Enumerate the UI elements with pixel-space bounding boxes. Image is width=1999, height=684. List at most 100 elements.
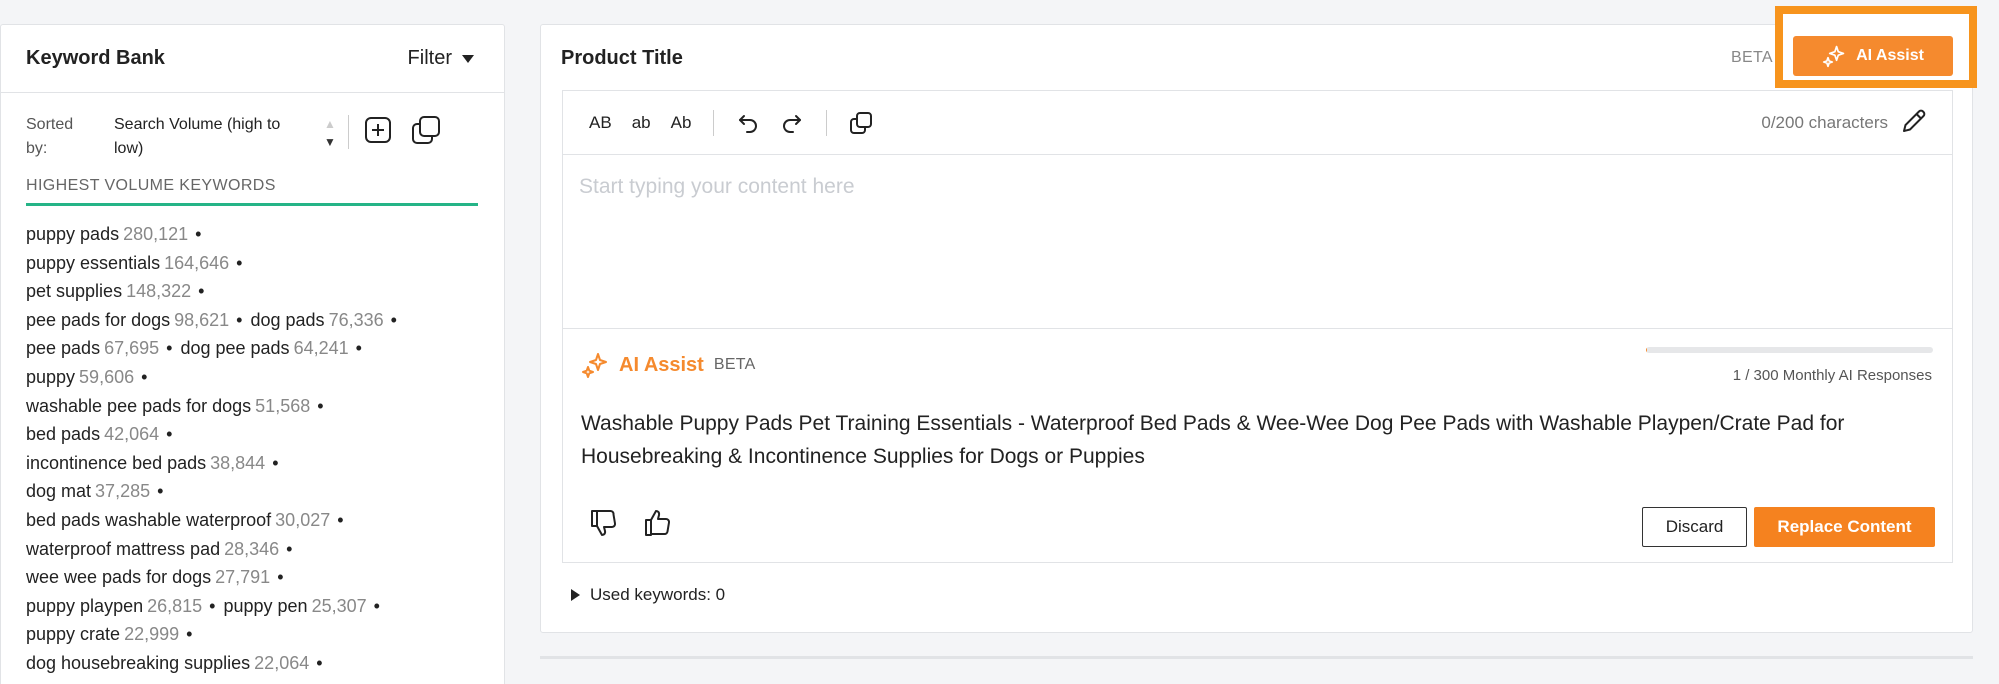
lowercase-button[interactable]: ab [622, 113, 661, 133]
keyword-line: pet supplies 148,322 • [26, 277, 479, 306]
replace-content-button[interactable]: Replace Content [1754, 507, 1935, 547]
keyword-term[interactable]: pet supplies [26, 281, 122, 301]
keyword-term[interactable]: dog pads [250, 310, 324, 330]
titlecase-button[interactable]: Ab [661, 113, 702, 133]
title-text-input[interactable]: Start typing your content here [563, 155, 1952, 329]
keyword-volume: 67,695 [104, 338, 160, 359]
keyword-line: bed pads washable waterproof 30,027 • [26, 506, 479, 535]
toolbar-divider [826, 109, 828, 136]
keyword-term[interactable]: dog housebreaking supplies [26, 653, 250, 673]
filter-dropdown[interactable]: Filter [408, 47, 474, 70]
keyword-separator: • [236, 309, 243, 330]
keyword-volume: 38,844 [210, 452, 266, 473]
keyword-term[interactable]: puppy [26, 367, 75, 387]
add-keyword-button[interactable] [363, 115, 393, 145]
keyword-separator: • [141, 366, 148, 387]
keyword-volume: 42,064 [104, 424, 160, 445]
thumbs-up-button[interactable] [641, 506, 675, 540]
copy-icon [411, 116, 440, 144]
keyword-term[interactable]: puppy essentials [26, 253, 160, 273]
divider [347, 115, 349, 149]
copy-content-button[interactable] [839, 111, 883, 135]
keyword-term[interactable]: dog mat [26, 481, 91, 501]
keyword-term[interactable]: washable pee pads for dogs [26, 396, 251, 416]
keyword-term[interactable]: wee wee pads for dogs [26, 567, 211, 587]
ai-beta-label: BETA [713, 356, 756, 373]
keyword-separator: • [337, 509, 344, 530]
keyword-line: puppy essentials 164,646 • [26, 249, 479, 278]
uppercase-button[interactable]: AB [579, 113, 622, 133]
sparkle-icon [582, 353, 607, 378]
beta-label: BETA [1731, 49, 1773, 66]
keyword-volume: 26,815 [147, 595, 203, 616]
keyword-separator: • [277, 567, 284, 588]
keyword-bank-title: Keyword Bank [26, 47, 165, 69]
keyword-term[interactable]: bed pads [26, 424, 100, 444]
keyword-term[interactable]: waterproof mattress pad [26, 539, 220, 559]
used-keywords-label: Used keywords: 0 [590, 585, 726, 604]
keyword-line: bed pads 42,064 • [26, 420, 479, 449]
ai-assist-button-label: AI Assist [1856, 47, 1924, 64]
keyword-separator: • [186, 624, 193, 645]
copy-icon [850, 111, 873, 134]
keyword-separator: • [355, 338, 362, 359]
keyword-bank-panel: Keyword Bank Filter Sorted by: Search Vo… [0, 24, 505, 684]
thumbs-down-button[interactable] [587, 506, 621, 540]
keyword-line: puppy pads 280,121 • [26, 220, 479, 249]
toolbar-divider [713, 109, 715, 136]
ai-assist-button[interactable]: AI Assist [1793, 36, 1953, 76]
ai-assist-section: AI Assist BETA 1 / 300 Monthly AI Respon… [563, 329, 1952, 562]
sorted-by-label: Sorted by: [26, 116, 74, 157]
ai-assist-heading: AI Assist BETA [581, 351, 756, 379]
keyword-volume: 22,999 [124, 624, 180, 645]
keyword-volume: 37,285 [95, 481, 151, 502]
keyword-term[interactable]: pee pads for dogs [26, 310, 170, 330]
keyword-term[interactable]: incontinence bed pads [26, 453, 206, 473]
keyword-volume: 28,346 [224, 538, 280, 559]
keyword-volume: 148,322 [126, 281, 192, 302]
keyword-separator: • [157, 481, 164, 502]
keyword-line: puppy playpen 26,815 • puppy pen 25,307 • [26, 592, 479, 621]
discard-button[interactable]: Discard [1642, 507, 1747, 547]
keyword-line: dog mat 37,285 • [26, 477, 479, 506]
keyword-term[interactable]: bed pads washable waterproof [26, 510, 271, 530]
edit-button[interactable] [1900, 107, 1928, 140]
keyword-line: puppy 59,606 • [26, 363, 479, 392]
keyword-term[interactable]: puppy playpen [26, 596, 143, 616]
sort-up-icon: ▲ [324, 117, 336, 131]
redo-icon [783, 114, 802, 133]
sort-select[interactable]: Search Volume (high to low) [114, 113, 314, 161]
product-title-heading: Product Title [561, 47, 683, 69]
copy-keywords-button[interactable] [411, 115, 441, 145]
keyword-separator: • [317, 395, 324, 416]
keyword-volume: 22,064 [254, 652, 310, 673]
keyword-volume: 59,606 [79, 366, 135, 387]
triangle-right-icon [571, 589, 580, 601]
keyword-volume: 25,307 [311, 595, 367, 616]
keyword-term[interactable]: puppy crate [26, 624, 120, 644]
keyword-term[interactable]: dog pee pads [180, 338, 289, 358]
undo-button[interactable] [726, 111, 770, 135]
redo-button[interactable] [770, 111, 814, 135]
sort-down-icon: ▼ [324, 135, 336, 149]
keyword-term[interactable]: puppy pen [223, 596, 307, 616]
keyword-term[interactable]: pee pads [26, 338, 100, 358]
highest-volume-title: HIGHEST VOLUME KEYWORDS [26, 177, 478, 206]
sparkle-icon [1822, 45, 1845, 68]
keyword-volume: 280,121 [123, 224, 189, 244]
title-editor: AB ab Ab 0/200 characters Start typing y… [562, 90, 1953, 563]
filter-label: Filter [407, 47, 452, 69]
keyword-line: pee pads 67,695 • dog pee pads 64,241 • [26, 334, 479, 363]
keyword-term[interactable]: puppy pads [26, 224, 119, 244]
thumbs-up-icon [645, 510, 670, 536]
keyword-volume: 76,336 [328, 309, 384, 330]
feedback-buttons [587, 506, 675, 540]
character-count: 0/200 characters [1761, 113, 1888, 132]
progress-fill [1646, 347, 1647, 353]
keyword-separator: • [286, 538, 293, 559]
product-title-panel: Product Title BETA AB ab Ab 0/200 charac… [540, 24, 1973, 633]
used-keywords-toggle[interactable]: Used keywords: 0 [571, 585, 725, 605]
plus-square-icon [364, 117, 391, 143]
keyword-separator: • [236, 252, 243, 273]
sort-order-arrows[interactable]: ▲ ▼ [324, 115, 336, 151]
